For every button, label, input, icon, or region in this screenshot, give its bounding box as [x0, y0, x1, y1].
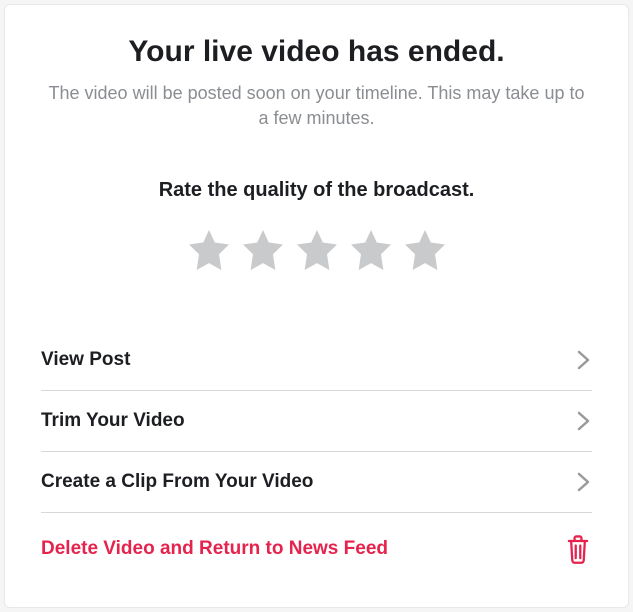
star-icon[interactable] — [185, 226, 233, 274]
chevron-right-icon — [576, 470, 592, 494]
chevron-right-icon — [576, 348, 592, 372]
menu-item-label: View Post — [41, 349, 130, 371]
rating-prompt: Rate the quality of the broadcast. — [41, 179, 592, 202]
create-clip-item[interactable]: Create a Clip From Your Video — [41, 452, 592, 513]
modal-subtitle: The video will be posted soon on your ti… — [41, 81, 592, 131]
action-menu: View Post Trim Your Video Create a Clip … — [41, 330, 592, 565]
menu-item-label: Trim Your Video — [41, 410, 185, 432]
chevron-right-icon — [576, 409, 592, 433]
star-icon[interactable] — [347, 226, 395, 274]
trash-icon — [564, 533, 592, 565]
star-icon[interactable] — [239, 226, 287, 274]
star-icon[interactable] — [293, 226, 341, 274]
live-video-ended-modal: Your live video has ended. The video wil… — [4, 4, 629, 608]
menu-item-label: Create a Clip From Your Video — [41, 471, 313, 493]
rating-star-row — [41, 226, 592, 274]
trim-video-item[interactable]: Trim Your Video — [41, 391, 592, 452]
delete-label: Delete Video and Return to News Feed — [41, 538, 388, 560]
modal-title: Your live video has ended. — [41, 35, 592, 69]
delete-video-item[interactable]: Delete Video and Return to News Feed — [41, 513, 592, 565]
view-post-item[interactable]: View Post — [41, 330, 592, 391]
star-icon[interactable] — [401, 226, 449, 274]
